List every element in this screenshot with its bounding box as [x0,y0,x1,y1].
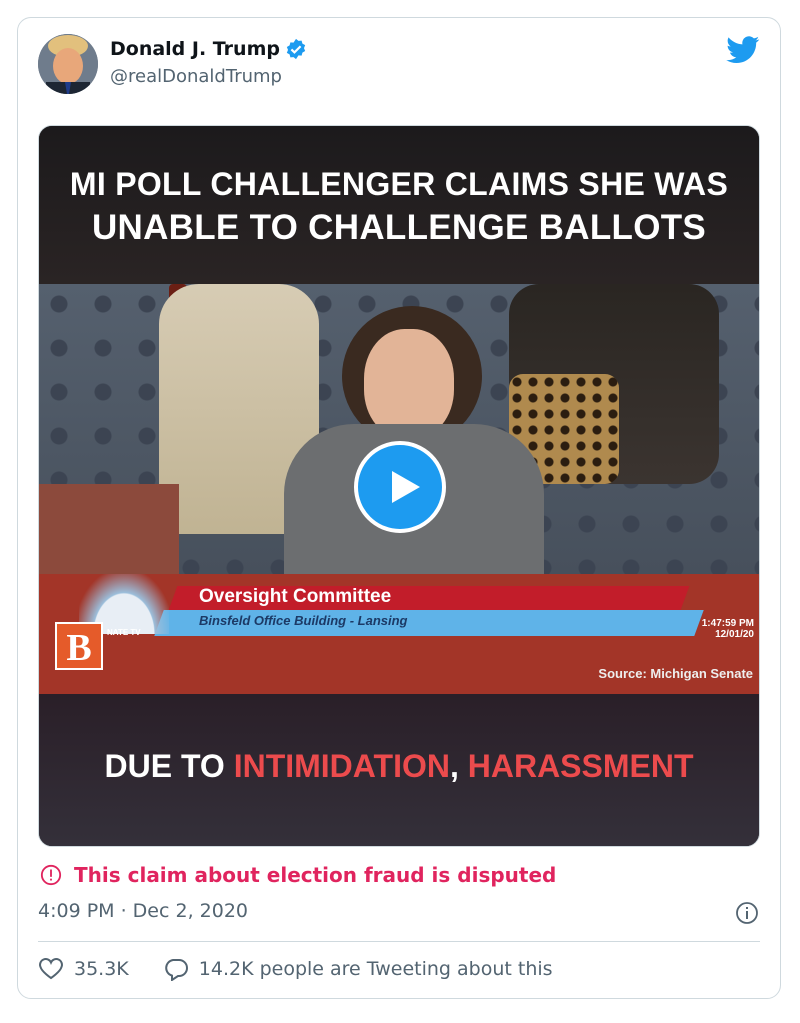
twitter-bird-icon[interactable] [726,36,760,64]
like-count: 35.3K [74,958,129,980]
news-lower-third: Oversight Committee Binsfeld Office Buil… [39,574,759,694]
video-player[interactable]: MI POLL CHALLENGER CLAIMS SHE WAS UNABLE… [38,125,760,847]
conversation-link[interactable]: 14.2K people are Tweeting about this [163,957,553,981]
video-source-credit: Source: Michigan Senate [598,666,753,681]
video-headline-line2: UNABLE TO CHALLENGE BALLOTS [91,208,707,247]
lower-third-title: Oversight Committee [199,586,392,607]
channel-label: NATE TV [107,628,141,637]
play-button[interactable] [354,441,446,533]
caption-highlight-2: HARASSMENT [467,748,694,784]
alert-circle-icon [40,864,62,886]
breitbart-logo: B [55,622,103,670]
play-icon [392,471,420,503]
disputed-claim-text[interactable]: This claim about election fraud is dispu… [74,863,556,887]
video-caption-banner: DUE TO INTIMIDATION, HARASSMENT [39,694,759,846]
lower-third-subtitle: Binsfeld Office Building - Lansing [199,613,408,628]
lower-third-date: 12/01/20 [715,629,754,640]
speech-bubble-icon [164,959,188,981]
caption-separator: , [449,748,468,784]
lower-third-time: 1:47:59 PM [701,618,754,629]
desk [39,484,179,584]
tweet-actions: 35.3K 14.2K people are Tweeting about th… [38,956,553,982]
avatar[interactable] [38,34,98,94]
verified-badge-icon [286,38,306,60]
video-caption: DUE TO INTIMIDATION, HARASSMENT [39,748,759,785]
video-headline-banner: MI POLL CHALLENGER CLAIMS SHE WAS UNABLE… [39,126,759,284]
conversation-text: 14.2K people are Tweeting about this [198,958,553,980]
author-handle[interactable]: @realDonaldTrump [110,66,282,87]
speaker-face [364,329,454,439]
heart-icon [39,958,63,980]
tweet-timestamp[interactable]: 4:09 PM · Dec 2, 2020 [38,900,248,922]
author-name[interactable]: Donald J. Trump [110,38,280,60]
caption-prefix: DUE TO [104,748,234,784]
disputed-claim-notice[interactable]: This claim about election fraud is dispu… [40,862,556,888]
info-icon[interactable] [735,901,759,925]
divider [38,941,760,942]
lower-third-timestamp: 1:47:59 PM 12/01/20 [684,618,754,640]
caption-highlight-1: INTIMIDATION [233,748,450,784]
like-button[interactable]: 35.3K [38,957,129,981]
video-headline-line1: MI POLL CHALLENGER CLAIMS SHE WAS [69,166,729,202]
